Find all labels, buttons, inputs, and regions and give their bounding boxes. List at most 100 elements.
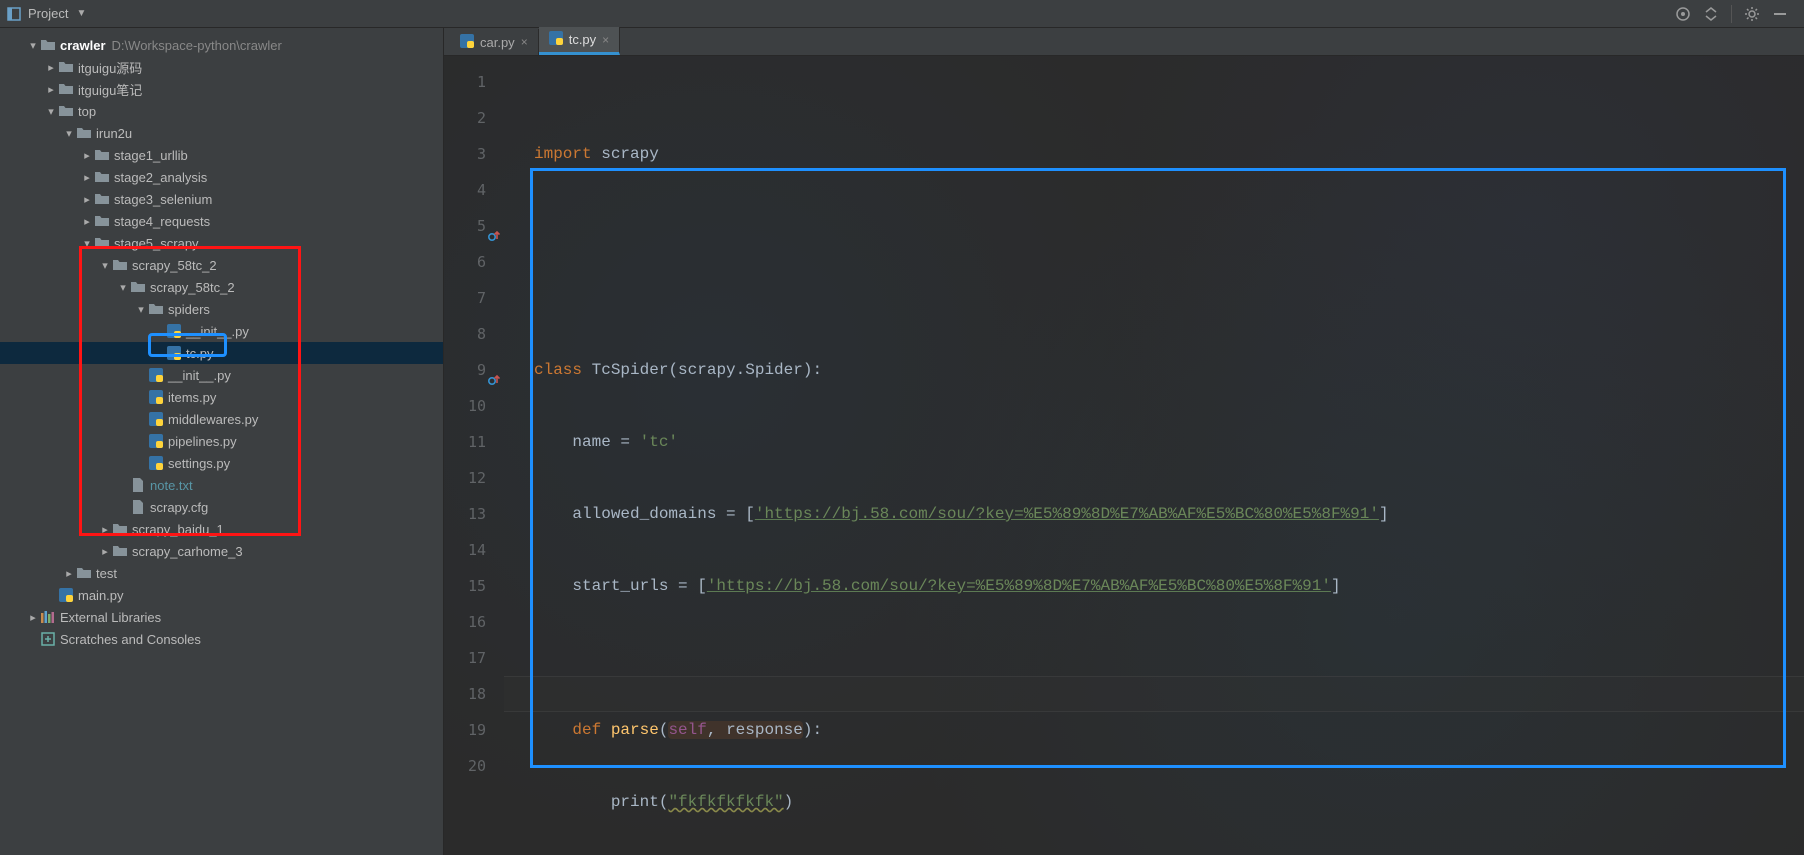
tree-item[interactable]: test (0, 562, 443, 584)
tree-item-label: items.py (168, 390, 216, 405)
tree-item-label: main.py (78, 588, 124, 603)
library-icon (40, 609, 56, 625)
tree-item-label: External Libraries (60, 610, 161, 625)
file-icon (130, 499, 146, 515)
tree-item[interactable]: __init__.py (0, 364, 443, 386)
folder-icon (76, 125, 92, 141)
tree-item[interactable]: main.py (0, 584, 443, 606)
gutter-line: 1 (444, 64, 486, 100)
project-tree-panel: crawlerD:\Workspace-python\crawleritguig… (0, 28, 444, 855)
override-marker-icon[interactable] (488, 362, 500, 374)
tree-item-label: top (78, 104, 96, 119)
tree-item[interactable]: settings.py (0, 452, 443, 474)
gutter-line: 20 (444, 748, 486, 784)
tree-item-label: settings.py (168, 456, 230, 471)
gutter-line: 9 (444, 352, 486, 388)
expand-all-icon[interactable] (1703, 6, 1719, 22)
tree-item[interactable]: stage2_analysis (0, 166, 443, 188)
tree-item[interactable]: scrapy_58tc_2 (0, 276, 443, 298)
tree-item-label: stage1_urllib (114, 148, 188, 163)
tree-item[interactable]: stage5_scrapy (0, 232, 443, 254)
caret-icon[interactable] (26, 39, 40, 52)
code-line (534, 280, 1804, 316)
editor-body[interactable]: 1234567891011121314151617181920 import s… (444, 56, 1804, 855)
tree-item[interactable]: scrapy_carhome_3 (0, 540, 443, 562)
tree-item-label: itguigu笔记 (78, 80, 142, 99)
tree-item[interactable]: Scratches and Consoles (0, 628, 443, 650)
tree-item[interactable]: stage3_selenium (0, 188, 443, 210)
code-line: start_urls = ['https://bj.58.com/sou/?ke… (534, 568, 1804, 604)
code-line: name = 'tc' (534, 424, 1804, 460)
tree-item[interactable]: irun2u (0, 122, 443, 144)
tree-item[interactable]: itguigu源码 (0, 56, 443, 78)
tree-item[interactable]: scrapy.cfg (0, 496, 443, 518)
project-label[interactable]: Project (28, 6, 68, 21)
python-file-icon (148, 389, 164, 405)
caret-icon[interactable] (134, 303, 148, 316)
tree-item[interactable]: tc.py (0, 342, 443, 364)
tree-item[interactable]: stage1_urllib (0, 144, 443, 166)
tree-item[interactable]: stage4_requests (0, 210, 443, 232)
caret-icon[interactable] (80, 193, 94, 206)
folder-icon (94, 191, 110, 207)
tree-item[interactable]: spiders (0, 298, 443, 320)
tree-item-label: scrapy_58tc_2 (150, 280, 235, 295)
caret-icon[interactable] (80, 171, 94, 184)
caret-icon[interactable] (44, 61, 58, 74)
folder-icon (58, 81, 74, 97)
tree-item[interactable]: items.py (0, 386, 443, 408)
caret-icon[interactable] (26, 611, 40, 624)
scratch-icon (40, 631, 56, 647)
tree-item-label: irun2u (96, 126, 132, 141)
gear-icon[interactable] (1744, 6, 1760, 22)
tree-item[interactable]: scrapy_baidu_1 (0, 518, 443, 540)
folder-icon (94, 147, 110, 163)
caret-icon[interactable] (98, 545, 112, 558)
code-line (534, 208, 1804, 244)
tree-item[interactable]: top (0, 100, 443, 122)
editor-tab[interactable]: car.py × (450, 29, 539, 55)
tree-item[interactable]: crawlerD:\Workspace-python\crawler (0, 34, 443, 56)
folder-icon (94, 235, 110, 251)
tree-item-label: stage5_scrapy (114, 236, 199, 251)
caret-icon[interactable] (116, 281, 130, 294)
hide-icon[interactable] (1772, 6, 1788, 22)
tree-item[interactable]: External Libraries (0, 606, 443, 628)
separator (1731, 5, 1732, 23)
caret-icon[interactable] (80, 237, 94, 250)
gutter-line: 5 (444, 208, 486, 244)
folder-icon (112, 521, 128, 537)
gutter-line: 19 (444, 712, 486, 748)
tab-label: car.py (480, 35, 515, 50)
tree-item[interactable]: middlewares.py (0, 408, 443, 430)
caret-icon[interactable] (80, 149, 94, 162)
editor-tab[interactable]: tc.py× (539, 27, 620, 55)
caret-icon[interactable] (62, 127, 76, 140)
tree-item-label: scrapy_58tc_2 (132, 258, 217, 273)
project-tree[interactable]: crawlerD:\Workspace-python\crawleritguig… (0, 28, 443, 650)
close-icon[interactable]: × (521, 35, 528, 49)
gutter: 1234567891011121314151617181920 (444, 56, 504, 855)
locate-icon[interactable] (1675, 6, 1691, 22)
code-area[interactable]: import scrapy class TcSpider(scrapy.Spid… (504, 56, 1804, 855)
tree-item[interactable]: note.txt (0, 474, 443, 496)
caret-icon[interactable] (62, 567, 76, 580)
tree-item[interactable]: __init__.py (0, 320, 443, 342)
editor-panel: car.py×tc.py× ▲ 1 1234567891011121314151… (444, 28, 1804, 855)
caret-icon[interactable] (44, 83, 58, 96)
tree-item-label: stage3_selenium (114, 192, 212, 207)
tree-item-label: pipelines.py (168, 434, 237, 449)
gutter-line: 10 (444, 388, 486, 424)
caret-icon[interactable] (98, 523, 112, 536)
tree-item[interactable]: itguigu笔记 (0, 78, 443, 100)
python-file-icon (148, 433, 164, 449)
tree-item[interactable]: scrapy_58tc_2 (0, 254, 443, 276)
caret-icon[interactable] (80, 215, 94, 228)
caret-icon[interactable] (98, 259, 112, 272)
override-marker-icon[interactable] (488, 218, 500, 230)
close-icon[interactable]: × (602, 33, 609, 47)
python-file-icon (166, 345, 182, 361)
project-dropdown-icon[interactable]: ▼ (76, 8, 86, 19)
caret-icon[interactable] (44, 105, 58, 118)
tree-item[interactable]: pipelines.py (0, 430, 443, 452)
